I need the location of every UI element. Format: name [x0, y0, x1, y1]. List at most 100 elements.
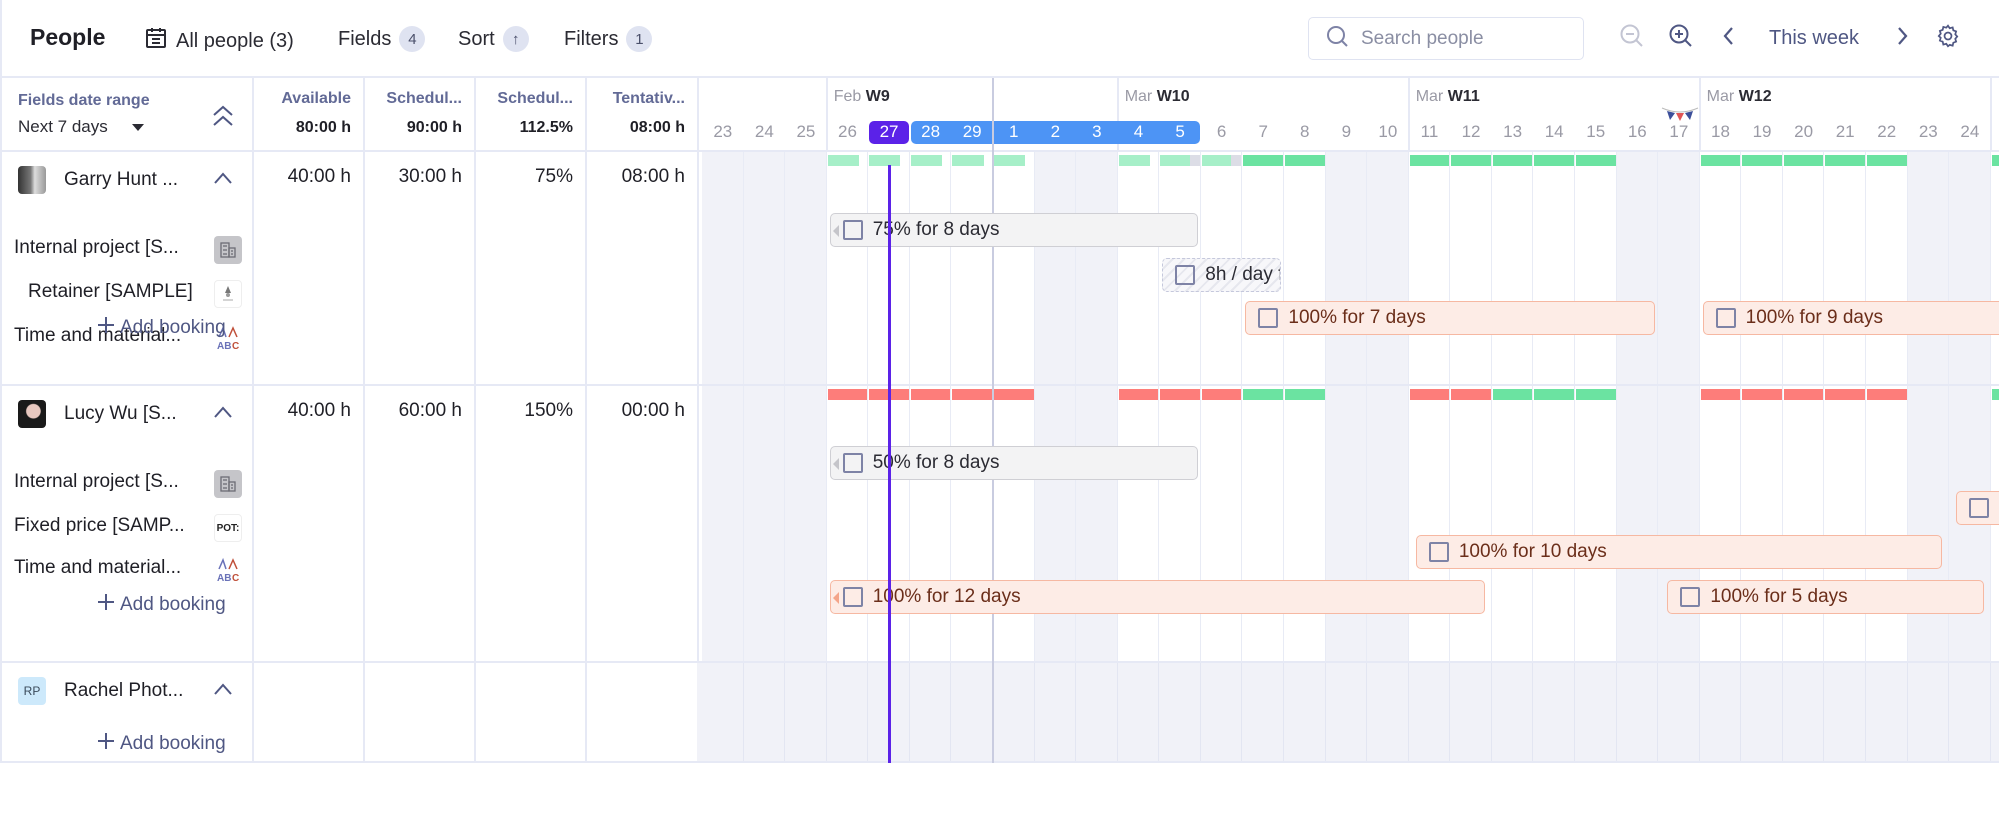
- zoom-out-button[interactable]: [1616, 22, 1648, 54]
- capacity-bar[interactable]: [1700, 389, 1741, 400]
- day-number[interactable]: 8: [1284, 122, 1326, 142]
- day-number[interactable]: 25: [1991, 122, 1999, 142]
- booking-checkbox[interactable]: [842, 220, 863, 240]
- capacity-bar[interactable]: [1700, 155, 1741, 166]
- capacity-bar[interactable]: [827, 155, 859, 166]
- capacity-bar[interactable]: [1575, 389, 1616, 400]
- capacity-bar[interactable]: [1201, 155, 1242, 166]
- capacity-bar[interactable]: [1160, 155, 1200, 166]
- day-number[interactable]: 13: [1492, 122, 1534, 142]
- capacity-bar[interactable]: [1409, 155, 1450, 166]
- capacity-bar[interactable]: [1991, 389, 1999, 400]
- column-header[interactable]: Tentativ... 08:00 h: [587, 78, 699, 152]
- capacity-bar[interactable]: [1243, 389, 1283, 400]
- booking-bar[interactable]: 100% for 9 days: [1702, 301, 1999, 335]
- sort-button[interactable]: Sort ↑: [458, 26, 529, 52]
- day-number[interactable]: 10: [1367, 122, 1409, 142]
- view-selector[interactable]: All people (3): [144, 26, 294, 56]
- collapse-all-button[interactable]: [210, 102, 236, 135]
- collapse-person-button[interactable]: [212, 681, 234, 702]
- day-number[interactable]: 4: [1118, 122, 1160, 142]
- booking-checkbox[interactable]: [842, 587, 863, 607]
- capacity-bar[interactable]: [1866, 155, 1907, 166]
- capacity-bar[interactable]: [1534, 389, 1574, 400]
- day-number[interactable]: 28: [910, 122, 952, 142]
- project-name[interactable]: Retainer [SAMPLE]: [28, 281, 193, 303]
- day-number[interactable]: 12: [1450, 122, 1492, 142]
- day-number[interactable]: 29: [951, 122, 993, 142]
- day-number[interactable]: 24: [1949, 122, 1991, 142]
- zoom-in-button[interactable]: [1665, 22, 1697, 54]
- add-booking-button[interactable]: Add booking: [96, 731, 226, 757]
- this-week-button[interactable]: This week: [1769, 27, 1859, 50]
- capacity-bar[interactable]: [1118, 155, 1150, 166]
- day-number[interactable]: 3: [1076, 122, 1118, 142]
- day-number[interactable]: 23: [702, 122, 744, 142]
- capacity-bar[interactable]: [1451, 155, 1491, 166]
- project-name[interactable]: Internal project [S...: [14, 237, 179, 259]
- collapse-person-button[interactable]: [212, 170, 234, 191]
- search-box[interactable]: [1308, 17, 1584, 60]
- booking-checkbox[interactable]: [1258, 308, 1279, 328]
- capacity-bar[interactable]: [1825, 389, 1865, 400]
- day-number[interactable]: 23: [1908, 122, 1950, 142]
- capacity-bar[interactable]: [1201, 389, 1242, 400]
- capacity-bar[interactable]: [1243, 155, 1283, 166]
- day-number[interactable]: 20: [1783, 122, 1825, 142]
- day-number[interactable]: 1: [993, 122, 1035, 142]
- add-booking-button[interactable]: Add booking: [96, 592, 226, 618]
- settings-button[interactable]: [1932, 22, 1964, 54]
- capacity-bar[interactable]: [910, 155, 943, 166]
- day-number[interactable]: 25: [785, 122, 827, 142]
- collapse-person-button[interactable]: [212, 404, 234, 425]
- capacity-bar[interactable]: [1284, 389, 1325, 400]
- booking-bar[interactable]: 100% for 10 days: [1415, 535, 1942, 569]
- project-name[interactable]: Fixed price [SAMP...: [14, 515, 185, 537]
- capacity-bar[interactable]: [1160, 389, 1200, 400]
- capacity-bar[interactable]: [952, 389, 992, 400]
- booking-checkbox[interactable]: [1715, 308, 1736, 328]
- holiday-bunting-icon[interactable]: [1660, 106, 1700, 129]
- filters-button[interactable]: Filters 1: [564, 26, 653, 52]
- booking-checkbox[interactable]: [1680, 587, 1701, 607]
- day-number[interactable]: 26: [827, 122, 869, 142]
- day-number[interactable]: 19: [1741, 122, 1783, 142]
- capacity-bar[interactable]: [993, 389, 1034, 400]
- fields-button[interactable]: Fields 4: [338, 26, 426, 52]
- capacity-bar[interactable]: [910, 389, 951, 400]
- booking-bar[interactable]: 100% for 12 days: [829, 580, 1485, 614]
- person-header[interactable]: Garry Hunt ...: [18, 166, 178, 194]
- date-range-dropdown[interactable]: Next 7 days: [18, 117, 144, 137]
- booking-checkbox[interactable]: [1428, 542, 1449, 562]
- capacity-bar[interactable]: [1866, 389, 1907, 400]
- day-number[interactable]: 16: [1617, 122, 1659, 142]
- day-number[interactable]: 2: [1035, 122, 1077, 142]
- capacity-bar[interactable]: [1742, 389, 1782, 400]
- capacity-bar[interactable]: [993, 155, 1026, 166]
- booking-bar[interactable]: 8h / day f...: [1162, 258, 1281, 292]
- capacity-bar[interactable]: [1825, 155, 1865, 166]
- day-number[interactable]: 5: [1159, 122, 1201, 142]
- day-number[interactable]: 6: [1201, 122, 1243, 142]
- day-number[interactable]: 21: [1824, 122, 1866, 142]
- day-number[interactable]: 14: [1533, 122, 1575, 142]
- capacity-bar[interactable]: [952, 155, 984, 166]
- capacity-bar[interactable]: [1783, 155, 1824, 166]
- day-number[interactable]: 7: [1242, 122, 1284, 142]
- column-header[interactable]: Schedul... 90:00 h: [365, 78, 476, 152]
- capacity-bar[interactable]: [827, 389, 868, 400]
- booking-bar[interactable]: 50% for 8 days: [829, 446, 1198, 480]
- booking-checkbox[interactable]: [842, 453, 863, 473]
- booking-bar[interactable]: 1: [1956, 491, 1999, 525]
- search-input[interactable]: [1361, 27, 1561, 50]
- project-name[interactable]: Internal project [S...: [14, 471, 179, 493]
- day-number[interactable]: 11: [1409, 122, 1451, 142]
- capacity-bar[interactable]: [1991, 155, 1999, 166]
- booking-checkbox[interactable]: [1175, 265, 1196, 285]
- column-header[interactable]: Schedul... 112.5%: [476, 78, 587, 152]
- day-number[interactable]: 22: [1866, 122, 1908, 142]
- day-number[interactable]: 9: [1326, 122, 1368, 142]
- booking-checkbox[interactable]: [1969, 498, 1990, 518]
- column-header[interactable]: Available 80:00 h: [254, 78, 365, 152]
- project-name[interactable]: Time and material...: [14, 557, 181, 579]
